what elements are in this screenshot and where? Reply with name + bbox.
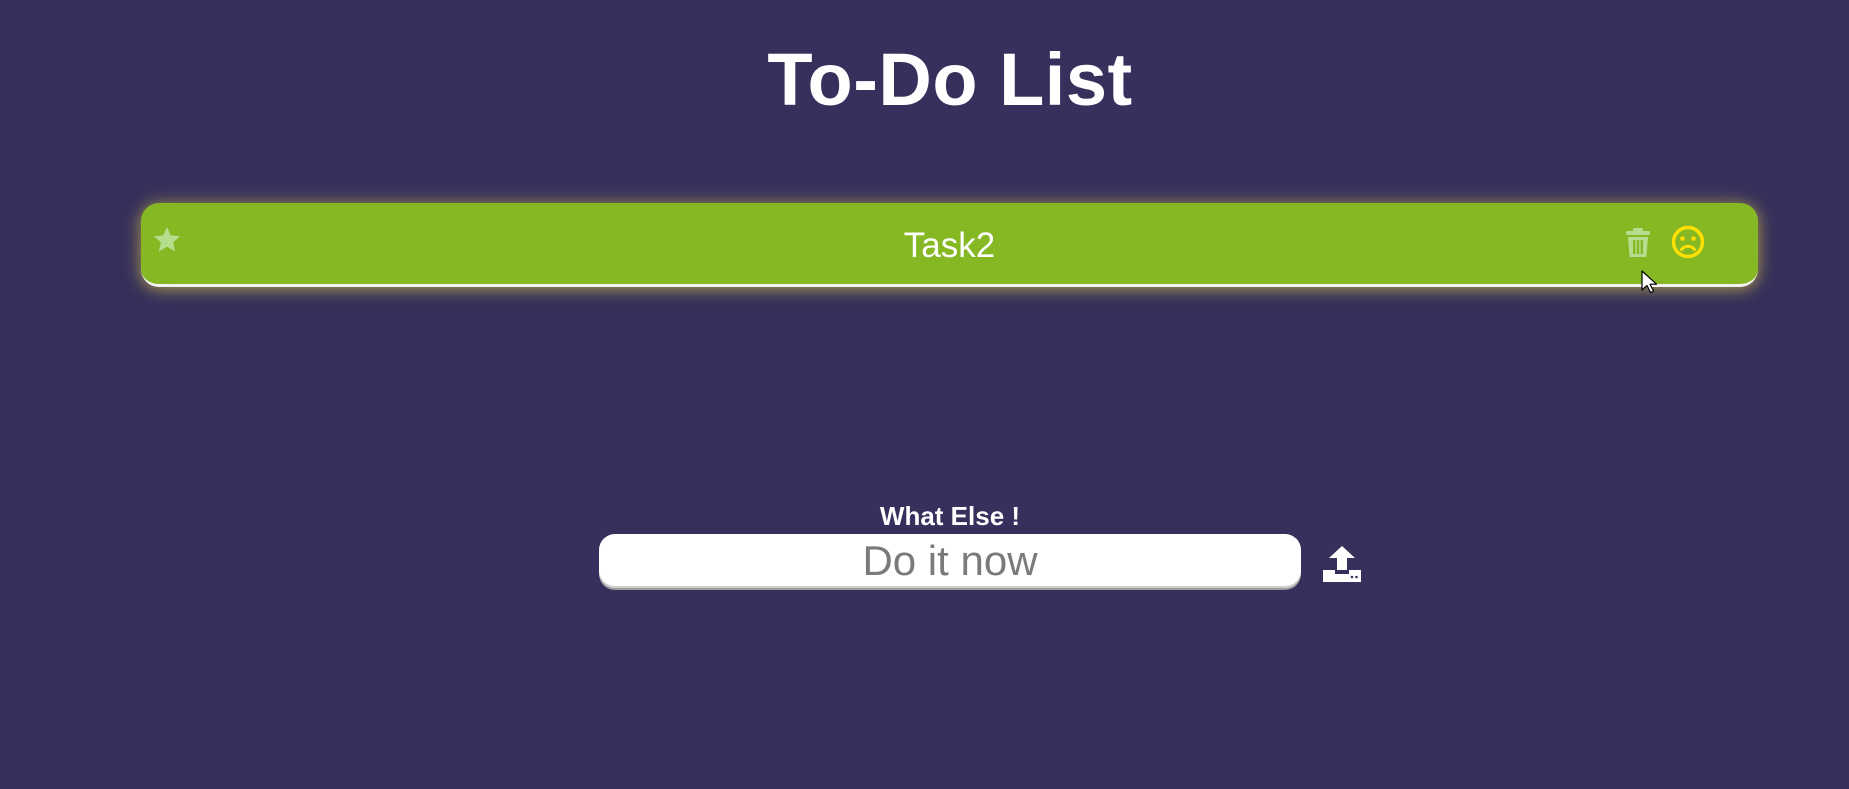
new-task-input[interactable] — [599, 534, 1301, 588]
trash-icon[interactable] — [1624, 227, 1652, 259]
sad-face-icon[interactable] — [1670, 224, 1706, 260]
task-label: Task2 — [903, 226, 996, 265]
upload-icon[interactable] — [1321, 544, 1363, 584]
task-item[interactable]: Task2 — [141, 203, 1758, 287]
mouse-cursor-icon — [1641, 270, 1658, 294]
page-title: To-Do List — [767, 38, 1133, 121]
input-label: What Else ! — [879, 501, 1021, 531]
task-list: Task2 — [141, 203, 1758, 287]
